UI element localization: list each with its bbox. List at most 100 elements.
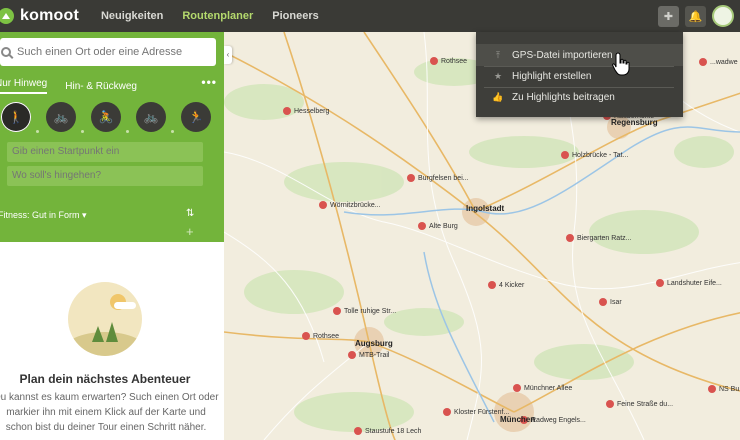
map-highlight-marker[interactable]: Rothsee <box>302 332 339 340</box>
map-highlight-label: Radweg Engels... <box>531 416 586 424</box>
create-menu: ⤒ GPS-Datei importieren ★ Highlight erst… <box>476 32 683 117</box>
highlight-pin-icon <box>656 279 664 287</box>
map-highlight-marker[interactable]: Isar <box>599 298 622 306</box>
empty-state-text: Du kannst es kaum erwarten? Such einen O… <box>0 392 219 433</box>
map-highlight-label: Rothsee <box>441 57 468 65</box>
hill-shape <box>68 332 142 356</box>
map-highlight-marker[interactable]: Staustufe 18 Lech <box>354 427 421 435</box>
map-highlight-marker[interactable]: Tolle ruhige Str... <box>333 307 396 315</box>
highlight-pin-icon <box>407 174 415 182</box>
running-icon[interactable]: 🏃 <box>181 102 211 132</box>
map-highlight-marker[interactable]: NS Bu... <box>708 385 740 393</box>
map-highlight-marker[interactable]: 4 Kicker <box>488 281 524 289</box>
planner-form: Nur Hinweg Hin- & Rückweg ••• 🚶 🚲 🚴 🚲 🏃 … <box>0 32 224 242</box>
notifications-button[interactable]: 🔔 <box>685 5 706 27</box>
search-box[interactable] <box>0 38 216 66</box>
map-highlight-label: Isar <box>610 298 622 306</box>
highlight-pin-icon <box>333 307 341 315</box>
map-highlight-label: ...wadwe <box>710 58 738 66</box>
komoot-logo[interactable]: komoot <box>0 0 79 32</box>
map-highlight-marker[interactable]: Landshuter Eife... <box>656 279 722 287</box>
map-city-label: Regensburg <box>611 118 658 127</box>
map-highlight-marker[interactable]: ...wadwe <box>699 58 738 66</box>
map-highlight-label: 4 Kicker <box>499 281 525 289</box>
hand-cursor-icon <box>612 52 630 76</box>
highlight-pin-icon <box>302 332 310 340</box>
more-options-icon[interactable]: ••• <box>201 75 217 89</box>
map-city-label: Augsburg <box>355 339 393 348</box>
swap-waypoints-icon[interactable]: ⇅ <box>186 208 194 219</box>
highlight-pin-icon <box>430 57 438 65</box>
highlight-pin-icon <box>488 281 496 289</box>
map-highlight-marker[interactable]: MTB-Trail <box>348 351 389 359</box>
map-highlight-label: Rothsee <box>313 332 340 340</box>
thumbs-up-icon: 👍 <box>492 91 504 102</box>
map-highlight-marker[interactable]: Holzbrücke - Tat... <box>561 151 628 159</box>
separator-dot <box>81 130 84 133</box>
add-waypoint-icon[interactable]: + <box>186 224 194 239</box>
map-highlight-label: Staustufe 18 Lech <box>365 427 422 435</box>
fitness-dropdown[interactable]: Fitness: Gut in Form ▾ <box>0 210 87 221</box>
menu-item-contribute-highlights[interactable]: 👍 Zu Highlights beitragen <box>476 86 683 108</box>
empty-state-title: Plan dein nächstes Abenteuer <box>19 372 191 386</box>
star-icon: ★ <box>493 70 503 81</box>
map-highlight-marker[interactable]: Hesselberg <box>283 107 329 115</box>
create-button[interactable]: ✚ <box>658 5 679 27</box>
touring-bike-icon[interactable]: 🚲 <box>136 102 166 132</box>
map-highlight-marker[interactable]: Biergarten Ratz... <box>566 234 631 242</box>
map-highlight-marker[interactable]: Alte Burg <box>418 222 458 230</box>
nav-item-neuigkeiten[interactable]: Neuigkeiten <box>101 10 163 22</box>
highlight-pin-icon <box>566 234 574 242</box>
highlight-pin-icon <box>513 384 521 392</box>
upload-icon: ⤒ <box>496 49 500 60</box>
menu-item-gps-import[interactable]: ⤒ GPS-Datei importieren <box>476 44 683 66</box>
cloud-icon <box>114 302 136 309</box>
start-point-input[interactable] <box>7 142 203 162</box>
separator-dot <box>126 130 129 133</box>
road-bike-icon[interactable]: 🚴 <box>91 102 121 132</box>
map-highlight-marker[interactable]: Wörnitzbrücke... <box>319 201 381 209</box>
mountain-bike-icon[interactable]: 🚲 <box>46 102 76 132</box>
nav-item-pioneers[interactable]: Pioneers <box>272 10 318 22</box>
map-highlight-label: NS Bu... <box>719 385 740 393</box>
highlight-pin-icon <box>599 298 607 306</box>
destination-input[interactable] <box>7 166 203 186</box>
adventure-illustration <box>68 282 142 356</box>
hiking-icon[interactable]: 🚶 <box>1 102 31 132</box>
komoot-logo-icon <box>0 8 14 24</box>
map-highlight-marker[interactable]: Feine Straße du... <box>606 400 673 408</box>
route-type-tabs: Nur Hinweg Hin- & Rückweg ••• <box>0 75 224 94</box>
map-highlight-label: Holzbrücke - Tat... <box>572 151 629 159</box>
menu-item-create-highlight[interactable]: ★ Highlight erstellen <box>476 65 683 87</box>
map-highlight-label: Burgfelsen bei... <box>418 174 469 182</box>
separator-dot <box>36 130 39 133</box>
map-highlight-marker[interactable]: Rothsee <box>430 57 467 65</box>
route-planner-panel: Nur Hinweg Hin- & Rückweg ••• 🚶 🚲 🚴 🚲 🏃 … <box>0 32 224 440</box>
highlight-pin-icon <box>699 58 707 66</box>
map-highlight-label: Landshuter Eife... <box>667 279 722 287</box>
map-highlight-label: Feine Straße du... <box>617 400 674 408</box>
highlight-pin-icon <box>443 408 451 416</box>
avatar[interactable] <box>712 5 734 27</box>
brand-name: komoot <box>20 7 79 24</box>
map-city-label: Ingolstadt <box>466 204 505 213</box>
collapse-panel-button[interactable]: ‹ <box>224 46 232 64</box>
highlight-pin-icon <box>348 351 356 359</box>
map-highlight-marker[interactable]: Münchner Allee <box>513 384 572 392</box>
tab-round-trip[interactable]: Hin- & Rückweg <box>65 81 137 92</box>
highlight-pin-icon <box>561 151 569 159</box>
highlight-pin-icon <box>283 107 291 115</box>
tab-one-way[interactable]: Nur Hinweg <box>0 78 48 94</box>
map-highlight-label: Biergarten Ratz... <box>577 234 632 242</box>
top-bar: komoot Neuigkeiten Routenplaner Pioneers… <box>0 0 740 32</box>
nav-item-routenplaner[interactable]: Routenplaner <box>182 10 253 22</box>
map-highlight-marker[interactable]: Burgfelsen bei... <box>407 174 469 182</box>
menu-item-label: Highlight erstellen <box>512 70 592 82</box>
main-nav: Neuigkeiten Routenplaner Pioneers <box>101 10 319 22</box>
map-highlight-label: MTB-Trail <box>359 351 390 359</box>
menu-item-label: GPS-Datei importieren <box>512 49 613 61</box>
map-highlight-label: Alte Burg <box>429 222 458 230</box>
highlight-pin-icon <box>708 385 716 393</box>
tree-icon <box>92 326 104 342</box>
search-input[interactable] <box>17 46 207 58</box>
